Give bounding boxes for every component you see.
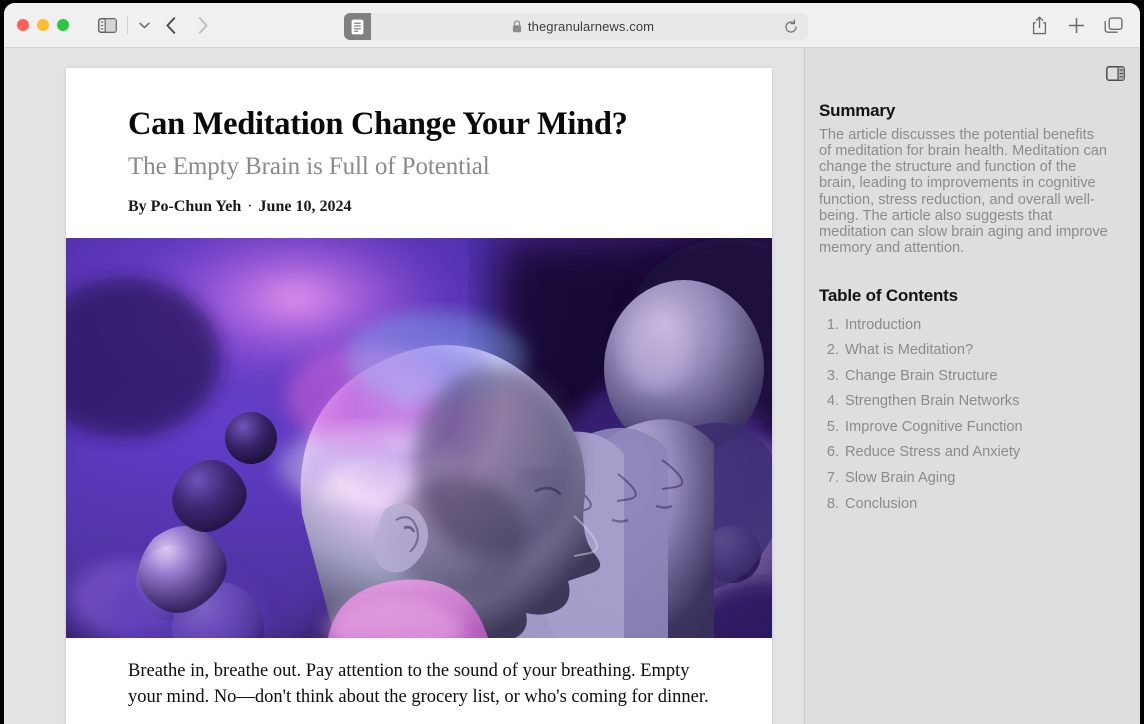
zoom-button[interactable] [57, 19, 69, 31]
article-subtitle: The Empty Brain is Full of Potential [128, 153, 490, 181]
toc-item[interactable]: Introduction [819, 312, 1108, 338]
article-body: Breathe in, breathe out. Pay attention t… [66, 638, 772, 724]
reader-pane[interactable]: Can Meditation Change Your Mind? The Emp… [4, 48, 804, 724]
byline-author: By Po-Chun Yeh [128, 197, 242, 215]
url-field[interactable]: thegranularnews.com [358, 13, 808, 40]
sidebar-toggle-button[interactable] [92, 11, 122, 39]
hero-illustration [66, 237, 772, 638]
navigation-group [92, 11, 219, 39]
toc-item[interactable]: Conclusion [819, 491, 1108, 517]
browser-toolbar: thegranularnews.com [4, 3, 1140, 48]
reload-icon [785, 18, 797, 33]
minimize-button[interactable] [37, 19, 49, 31]
reader-mode-button[interactable] [344, 13, 371, 40]
url-display: thegranularnews.com [512, 19, 654, 34]
toc-item[interactable]: Strengthen Brain Networks [819, 389, 1108, 415]
toc-item[interactable]: Slow Brain Aging [819, 466, 1108, 492]
sidebar-content: Summary The article discusses the potent… [805, 48, 1140, 517]
chevron-down-icon [138, 21, 150, 28]
toc-item[interactable]: Reduce Stress and Anxiety [819, 440, 1108, 466]
browser-window: thegranularnews.com Can Meditation Chang… [4, 3, 1140, 724]
sidebar-menu-button[interactable] [133, 11, 155, 39]
plus-icon [1068, 17, 1084, 33]
window-controls [17, 19, 69, 31]
lock-icon [512, 20, 522, 33]
tab-overview-button[interactable] [1098, 11, 1128, 39]
tab-overview-icon [1104, 16, 1123, 33]
summary-heading: Summary [819, 101, 896, 120]
sidebar-icon [97, 17, 117, 33]
article-title: Can Meditation Change Your Mind? [128, 106, 628, 142]
reload-button[interactable] [783, 18, 799, 35]
article-byline: By Po-Chun Yeh · June 10, 2024 [128, 198, 710, 216]
sidebar-right-icon [1105, 65, 1125, 81]
chevron-left-icon [166, 16, 176, 34]
article-paragraph: Breathe in, breathe out. Pay attention t… [128, 660, 709, 708]
toc-item[interactable]: Change Brain Structure [819, 363, 1108, 389]
url-text: thegranularnews.com [527, 19, 655, 34]
toc-item[interactable]: Improve Cognitive Function [819, 414, 1108, 440]
sidebar-panel-toggle-button[interactable] [1100, 60, 1130, 86]
new-tab-button[interactable] [1061, 11, 1091, 39]
toolbar-right-buttons [1024, 11, 1128, 39]
byline-date: June 10, 2024 [258, 197, 352, 215]
article-header: Can Meditation Change Your Mind? The Emp… [66, 68, 772, 216]
article-card: Can Meditation Change Your Mind? The Emp… [66, 68, 772, 724]
share-button[interactable] [1024, 11, 1054, 39]
table-of-contents-list: Introduction What is Meditation? Change Br… [819, 312, 1108, 517]
byline-separator: · [247, 197, 253, 215]
forward-button[interactable] [187, 11, 219, 39]
reader-mode-icon [351, 19, 364, 34]
back-button[interactable] [155, 11, 187, 39]
share-icon [1032, 16, 1046, 34]
chevron-right-icon [198, 16, 208, 34]
content-area: Can Meditation Change Your Mind? The Emp… [4, 48, 1140, 724]
close-button[interactable] [17, 19, 29, 31]
toc-item[interactable]: What is Meditation? [819, 338, 1108, 364]
summary-sidebar: Summary The article discusses the potent… [805, 48, 1140, 724]
address-bar: thegranularnews.com [344, 13, 808, 40]
toolbar-divider [127, 16, 128, 34]
article-hero-image [66, 237, 772, 638]
summary-text: The article discusses the potential bene… [819, 127, 1108, 256]
toc-heading: Table of Contents [819, 286, 958, 305]
